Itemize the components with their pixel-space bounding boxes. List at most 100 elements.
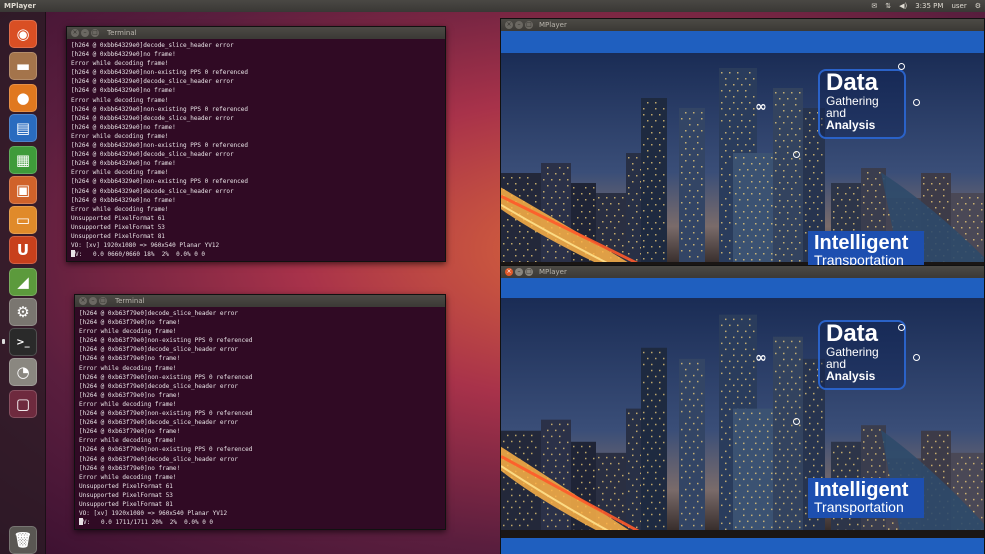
close-icon[interactable]: × xyxy=(71,29,79,37)
close-icon[interactable]: × xyxy=(505,21,513,29)
terminal-line: Unsupported PixelFormat 61 xyxy=(79,482,173,490)
impress-icon[interactable]: ▣ xyxy=(9,176,37,204)
launcher-glyph: ◉ xyxy=(16,25,30,43)
terminal-line: [h264 @ 0xbb64329e0]decode_slice_header … xyxy=(71,187,234,195)
minimize-icon[interactable]: – xyxy=(81,29,89,37)
terminal-line: [h264 @ 0xb63f79e0]decode_slice_header e… xyxy=(79,382,238,390)
close-icon[interactable]: × xyxy=(79,297,87,305)
launcher-glyph: ▬ xyxy=(15,57,31,75)
video-frame[interactable]: Data Gathering and Analysis ∞ Intelligen… xyxy=(501,53,984,270)
terminal-icon[interactable]: >_ xyxy=(2,328,37,356)
ring-decoration-icon xyxy=(913,99,920,106)
sound-indicator-icon[interactable]: ◀) xyxy=(899,0,907,12)
terminal-line: [h264 @ 0xbb64329e0]no frame! xyxy=(71,196,176,204)
terminal-line: [h264 @ 0xb63f79e0]decode_slice_header e… xyxy=(79,419,238,427)
firefox-icon[interactable]: ● xyxy=(9,84,37,112)
workspace-icon[interactable]: ▢ xyxy=(9,390,37,418)
terminal-line: [h264 @ 0xb63f79e0]non-existing PPS 0 re… xyxy=(79,337,253,345)
calc-icon[interactable]: ▦ xyxy=(9,146,37,174)
active-app-title: MPlayer xyxy=(4,2,36,10)
terminal-title: Terminal xyxy=(115,297,145,305)
terminal-line: VO: [xv] 1920x1080 => 960x540 Planar YV1… xyxy=(71,242,220,250)
terminal-line: Error while decoding frame! xyxy=(71,60,169,68)
link-chain-icon: ∞ xyxy=(755,99,767,115)
terminal-output[interactable]: [h264 @ 0xbb64329e0]decode_slice_header … xyxy=(67,39,445,261)
terminal-line: [h264 @ 0xb63f79e0]no frame! xyxy=(79,355,181,363)
ubuntu-dash-icon[interactable]: ◉ xyxy=(9,20,37,48)
intelligent-transportation-overlay: Intelligent Transportation xyxy=(808,231,924,269)
terminal-line: Error while decoding frame! xyxy=(71,132,169,140)
writer-icon[interactable]: ▤ xyxy=(9,114,37,142)
overlay-it-title: Intelligent xyxy=(814,479,909,501)
software-center-icon[interactable]: ▭ xyxy=(9,206,37,234)
launcher-glyph: ▣ xyxy=(15,181,31,199)
indicator-area: ✉ ⇅ ◀) 3:35 PM user ⚙ xyxy=(871,0,981,12)
terminal-line: Error while decoding frame! xyxy=(79,437,177,445)
launcher: ◉ ▬ ● ▤ ▦ ▣ ▭ U ◢ ⚙ >_ ◔ ▢ 🗑 xyxy=(0,12,46,554)
terminal-line: [h264 @ 0xbb64329e0]no frame! xyxy=(71,87,176,95)
maximize-icon[interactable]: □ xyxy=(525,268,533,276)
ring-decoration-icon xyxy=(898,324,905,331)
terminal-line: [h264 @ 0xbb64329e0]non-existing PPS 0 r… xyxy=(71,69,249,77)
terminal-output[interactable]: [h264 @ 0xb63f79e0]decode_slice_header e… xyxy=(75,307,445,529)
minimize-icon[interactable]: – xyxy=(515,268,523,276)
minimize-icon[interactable]: – xyxy=(89,297,97,305)
ubuntu-one-icon[interactable]: U xyxy=(9,236,37,264)
session-gear-icon[interactable]: ⚙ xyxy=(975,0,981,12)
launcher-glyph: U xyxy=(16,241,30,259)
data-gathering-overlay: Data Gathering and Analysis xyxy=(818,320,906,390)
clock-indicator[interactable]: 3:35 PM xyxy=(915,0,943,12)
link-chain-icon: ∞ xyxy=(755,350,767,366)
overlay-it-title: Intelligent xyxy=(814,232,909,254)
network-indicator-icon[interactable]: ⇅ xyxy=(885,0,891,12)
terminal-line: [h264 @ 0xbb64329e0]non-existing PPS 0 r… xyxy=(71,105,249,113)
mplayer-title: MPlayer xyxy=(539,21,567,29)
overlay-data-title: Data xyxy=(826,69,879,96)
terminal-titlebar[interactable]: × – □ Terminal xyxy=(67,27,445,39)
disk-icon[interactable]: ◔ xyxy=(9,358,37,386)
terminal-line: [h264 @ 0xbb64329e0]decode_slice_header … xyxy=(71,42,234,49)
mail-indicator-icon[interactable]: ✉ xyxy=(871,0,877,12)
video-frame[interactable]: Data Gathering and Analysis ∞ Intelligen… xyxy=(501,298,984,538)
launcher-glyph: 🗑 xyxy=(13,531,33,549)
overlay-data-analysis: Analysis xyxy=(826,118,876,132)
terminal-line: [h264 @ 0xb63f79e0]non-existing PPS 0 re… xyxy=(79,373,253,381)
user-indicator[interactable]: user xyxy=(951,0,966,12)
terminal-window-top[interactable]: × – □ Terminal [h264 @ 0xbb64329e0]decod… xyxy=(66,26,446,262)
launcher-glyph: ◔ xyxy=(16,363,30,381)
minimize-icon[interactable]: – xyxy=(515,21,523,29)
terminal-line: [h264 @ 0xb63f79e0]non-existing PPS 0 re… xyxy=(79,410,253,418)
terminal-line: [h264 @ 0xb63f79e0]no frame! xyxy=(79,391,181,399)
terminal-window-bottom[interactable]: × – □ Terminal [h264 @ 0xb63f79e0]decode… xyxy=(74,294,446,530)
terminal-line: Unsupported PixelFormat 53 xyxy=(71,223,165,231)
terminal-line: Error while decoding frame! xyxy=(71,205,169,213)
ring-decoration-icon xyxy=(793,151,800,158)
mplayer-titlebar[interactable]: × – □ MPlayer xyxy=(501,266,984,278)
terminal-titlebar[interactable]: × – □ Terminal xyxy=(75,295,445,307)
mplayer-window-top[interactable]: × – □ MPlayer Data Gathering and Analysi… xyxy=(500,18,985,270)
files-icon[interactable]: ▬ xyxy=(9,52,37,80)
trash-icon[interactable]: 🗑 xyxy=(9,526,37,554)
launcher-glyph: ▤ xyxy=(15,119,31,137)
terminal-line: [h264 @ 0xb63f79e0]decode_slice_header e… xyxy=(79,455,238,463)
maximize-icon[interactable]: □ xyxy=(99,297,107,305)
terminal-line: Error while decoding frame! xyxy=(71,96,169,104)
mplayer-title: MPlayer xyxy=(539,268,567,276)
terminal-line: Unsupported PixelFormat 81 xyxy=(71,232,165,240)
maximize-icon[interactable]: □ xyxy=(525,21,533,29)
terminal-line: Error while decoding frame! xyxy=(79,364,177,372)
overlay-it-sub: Transportation xyxy=(814,499,904,515)
mplayer-window-bottom[interactable]: × – □ MPlayer Data Gathering and Analysi… xyxy=(500,265,985,554)
terminal-line: Error while decoding frame! xyxy=(79,473,177,481)
settings-icon[interactable]: ⚙ xyxy=(9,298,37,326)
terminal-line: Error while decoding frame! xyxy=(79,400,177,408)
launcher-glyph: >_ xyxy=(16,336,30,348)
system-monitor-icon[interactable]: ◢ xyxy=(9,268,37,296)
maximize-icon[interactable]: □ xyxy=(91,29,99,37)
terminal-line: [h264 @ 0xb63f79e0]no frame! xyxy=(79,428,181,436)
terminal-line: [h264 @ 0xb63f79e0]no frame! xyxy=(79,464,181,472)
close-icon[interactable]: × xyxy=(505,268,513,276)
mplayer-titlebar[interactable]: × – □ MPlayer xyxy=(501,19,984,31)
terminal-line: [h264 @ 0xbb64329e0]non-existing PPS 0 r… xyxy=(71,178,249,186)
terminal-line: [h264 @ 0xb63f79e0]non-existing PPS 0 re… xyxy=(79,446,253,454)
